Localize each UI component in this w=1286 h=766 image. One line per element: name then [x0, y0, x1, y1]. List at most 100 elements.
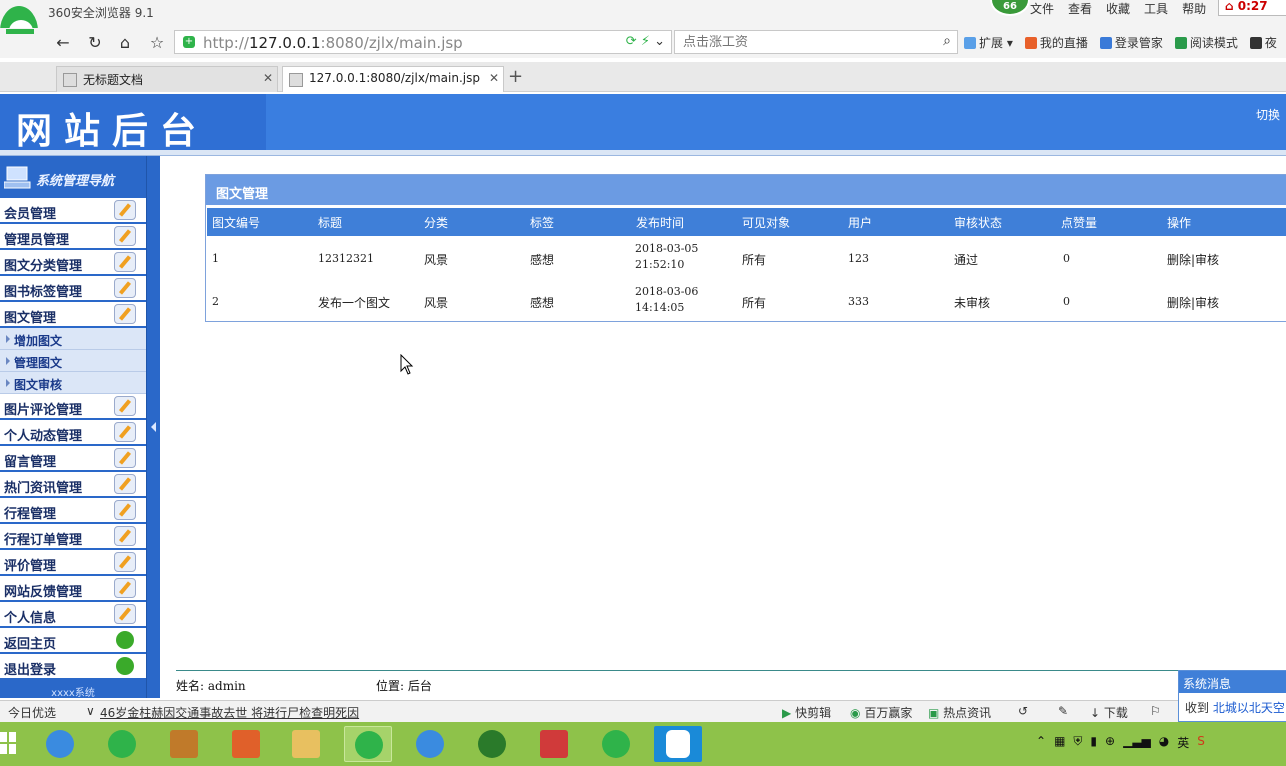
tray-network-icon[interactable]: ▦ — [1054, 734, 1065, 751]
search-icon[interactable]: ⌕ — [943, 33, 951, 49]
system-notification[interactable]: 系统消息 收到 北城以北天空 — [1178, 670, 1286, 722]
lightning-icon[interactable]: ⚡ — [641, 34, 650, 49]
page-icon — [63, 73, 77, 87]
extensions-button[interactable]: 扩展 ▾ — [964, 34, 1013, 51]
cell-id: 1 — [212, 252, 219, 265]
tab-label: 127.0.0.1:8080/zjlx/main.jsp — [309, 71, 480, 85]
search-input[interactable] — [675, 31, 915, 53]
sidebar-item-categories[interactable]: 图文分类管理 — [0, 250, 146, 276]
column-header: 点赞量 — [1061, 216, 1098, 230]
badge-66[interactable]: 66 — [990, 0, 1030, 16]
star-icon[interactable]: ☆ — [146, 33, 168, 53]
windows-start-icon[interactable] — [0, 732, 18, 756]
sidebar-item-members[interactable]: 会员管理 — [0, 198, 146, 224]
caret-right-icon — [6, 357, 10, 365]
live-button[interactable]: 我的直播 — [1024, 34, 1088, 51]
chevron-down-icon[interactable]: ⌄ — [654, 34, 665, 49]
new-tab-icon[interactable]: + — [508, 66, 523, 87]
tray-security-icon[interactable]: ⛨ — [1073, 734, 1082, 751]
menu-favorites[interactable]: 收藏 — [1106, 0, 1130, 17]
taskbar-u-icon[interactable] — [654, 726, 702, 762]
hot-news-button[interactable]: ▣ 热点资讯 — [928, 704, 991, 721]
reading-mode-button[interactable]: 阅读模式 — [1174, 34, 1238, 51]
row-actions[interactable]: 删除|审核 — [1167, 294, 1219, 311]
submenu-manage-posts[interactable]: 管理图文 — [0, 350, 146, 372]
taskbar-ie-icon[interactable] — [36, 726, 84, 762]
tray-ime-label[interactable]: 英 — [1177, 734, 1189, 751]
flag-icon[interactable]: ⚐ — [1150, 704, 1161, 718]
sidebar-item-home[interactable]: 返回主页 — [0, 628, 146, 654]
cell-status: 通过 — [954, 253, 979, 267]
menu-view[interactable]: 查看 — [1068, 0, 1092, 17]
url-text[interactable]: http://127.0.0.1:8080/zjlx/main.jsp — [203, 34, 463, 52]
tab-main-jsp[interactable]: 127.0.0.1:8080/zjlx/main.jsp ✕ — [282, 66, 504, 92]
tray-signal-icon[interactable]: ▁▃▅ — [1123, 734, 1151, 751]
menu-file[interactable]: 文件 — [1030, 0, 1054, 17]
sidebar-item-messages[interactable]: 留言管理 — [0, 446, 146, 472]
sidebar-item-profile[interactable]: 个人信息 — [0, 602, 146, 628]
edit-icon — [114, 604, 136, 624]
sidebar-item-news[interactable]: 热门资讯管理 — [0, 472, 146, 498]
back-icon[interactable]: ← — [52, 33, 74, 53]
search-box[interactable]: ⌕ — [674, 30, 958, 54]
refresh-icon[interactable]: ↻ — [84, 33, 106, 53]
pin-icon[interactable]: ✎ — [1058, 704, 1068, 718]
row-actions[interactable]: 删除|审核 — [1167, 251, 1219, 268]
menu-help[interactable]: 帮助 — [1182, 0, 1206, 17]
million-winner-button[interactable]: ◉ 百万赢家 — [850, 704, 912, 721]
news-ticker-link[interactable]: 46岁金柱赫因交通事故去世 将进行尸检查明死因 — [100, 704, 359, 721]
location-label: 位置: 后台 — [376, 679, 432, 693]
column-header: 发布时间 — [636, 216, 685, 230]
address-bar[interactable]: + http://127.0.0.1:8080/zjlx/main.jsp ⟳ … — [174, 30, 672, 54]
notification-link[interactable]: 北城以北天空 — [1213, 701, 1285, 715]
sidebar-item-trips[interactable]: 行程管理 — [0, 498, 146, 524]
night-mode-button[interactable]: 夜 — [1249, 34, 1277, 51]
taskbar-paw-icon[interactable] — [468, 726, 516, 762]
tray-plus-icon[interactable]: ⊕ — [1105, 734, 1115, 751]
taskbar-notepad-icon[interactable] — [530, 726, 578, 762]
taskbar-360-2-icon[interactable] — [592, 726, 640, 762]
sidebar-item-logout[interactable]: 退出登录 — [0, 654, 146, 680]
sidebar-item-feedback[interactable]: 网站反馈管理 — [0, 576, 146, 602]
sidebar-item-admins[interactable]: 管理员管理 — [0, 224, 146, 250]
taskbar-book-icon[interactable] — [160, 726, 208, 762]
submenu-add-post[interactable]: 增加图文 — [0, 328, 146, 350]
tab-untitled[interactable]: 无标题文档 ✕ — [56, 66, 278, 92]
taskbar-folder-icon[interactable] — [282, 726, 330, 762]
login-manager-button[interactable]: 登录管家 — [1099, 34, 1163, 51]
taskbar-360-browser-active-icon[interactable] — [344, 726, 392, 762]
cell-user: 123 — [848, 252, 869, 265]
taskbar-ie2-icon[interactable] — [406, 726, 454, 762]
download-button[interactable]: ↓ 下载 — [1090, 704, 1128, 721]
sidebar-collapse-handle[interactable] — [146, 156, 160, 698]
today-picks[interactable]: 今日优选 — [8, 704, 56, 721]
home-icon: ⌂ — [1225, 0, 1238, 13]
home-button-icon[interactable]: ⌂ — [114, 33, 136, 53]
close-icon[interactable]: ✕ — [263, 71, 273, 85]
menu-tools[interactable]: 工具 — [1144, 0, 1168, 17]
cell-category: 风景 — [424, 253, 449, 267]
sidebar-item-reviews[interactable]: 评价管理 — [0, 550, 146, 576]
sidebar-item-posts[interactable]: 图文管理 — [0, 302, 146, 328]
tray-sogou-icon[interactable]: S — [1197, 734, 1205, 751]
tray-battery-icon[interactable]: ▮ — [1090, 734, 1097, 751]
cell-status: 未审核 — [954, 296, 991, 310]
quick-edit-button[interactable]: ▶ 快剪辑 — [782, 704, 831, 721]
speed-icon[interactable]: ⟳ — [626, 34, 637, 49]
taskbar-360-icon[interactable] — [98, 726, 146, 762]
history-icon[interactable]: ↺ — [1018, 704, 1028, 718]
sidebar-item-trip-orders[interactable]: 行程订单管理 — [0, 524, 146, 550]
tray-qq-icon[interactable]: ◕ — [1159, 734, 1169, 751]
sidebar-item-activity[interactable]: 个人动态管理 — [0, 420, 146, 446]
submenu-review-posts[interactable]: 图文审核 — [0, 372, 146, 394]
sidebar-item-tags[interactable]: 图书标签管理 — [0, 276, 146, 302]
user-name-label: 姓名: admin — [176, 679, 246, 693]
sidebar-item-comments[interactable]: 图片评论管理 — [0, 394, 146, 420]
tray-up-icon[interactable]: ⌃ — [1036, 734, 1046, 751]
switch-button[interactable]: 切换 — [1256, 106, 1286, 136]
taskbar-java-icon[interactable] — [222, 726, 270, 762]
edit-icon — [114, 252, 136, 272]
news-icon: ▣ — [928, 706, 940, 720]
column-header: 用户 — [848, 216, 873, 230]
close-icon[interactable]: ✕ — [489, 71, 499, 85]
